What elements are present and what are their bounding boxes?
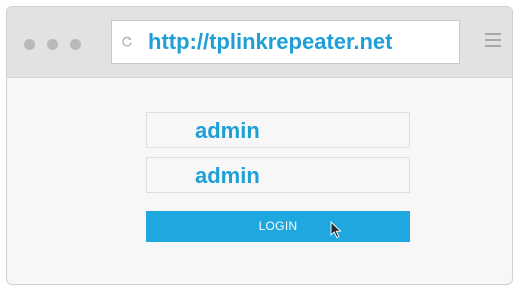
window-dot-icon[interactable] <box>47 39 58 50</box>
password-field[interactable]: admin <box>146 157 410 193</box>
login-button[interactable]: LOGIN <box>146 211 410 242</box>
browser-toolbar: http://tplinkrepeater.net <box>7 7 512 78</box>
address-bar[interactable]: http://tplinkrepeater.net <box>111 20 460 64</box>
password-value: admin <box>195 163 260 188</box>
username-field[interactable]: admin <box>146 112 410 148</box>
window-dot-icon[interactable] <box>24 39 35 50</box>
username-value: admin <box>195 118 260 143</box>
hamburger-menu-icon[interactable] <box>485 33 501 47</box>
browser-window: http://tplinkrepeater.net admin admin LO… <box>6 6 513 285</box>
url-text[interactable]: http://tplinkrepeater.net <box>148 29 392 55</box>
refresh-icon[interactable] <box>121 36 133 48</box>
mouse-pointer-icon <box>330 221 342 239</box>
window-dot-icon[interactable] <box>70 39 81 50</box>
